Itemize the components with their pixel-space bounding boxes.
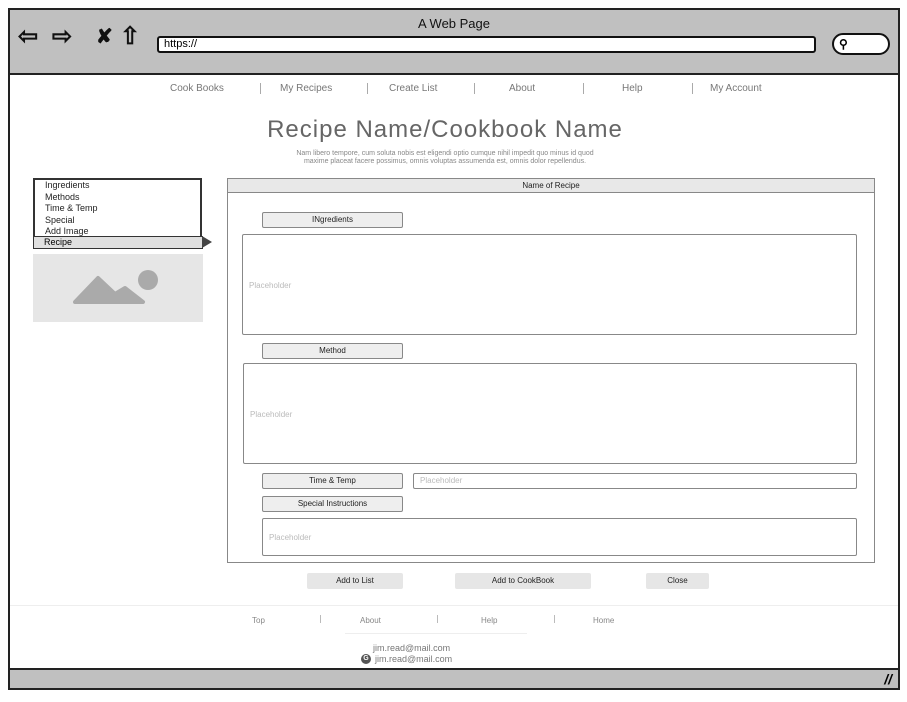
nav-create-list[interactable]: Create List <box>389 83 437 94</box>
footer-link-home[interactable]: Home <box>593 616 614 625</box>
footer-separator <box>437 615 438 623</box>
special-instructions-label-button[interactable]: Special Instructions <box>262 496 403 512</box>
close-button[interactable]: Close <box>646 573 709 589</box>
sidebar-item-recipe[interactable]: Recipe <box>33 236 203 249</box>
nav-separator <box>260 83 261 94</box>
nav-about[interactable]: About <box>509 83 535 94</box>
forward-arrow-icon[interactable]: ⇨ <box>52 25 72 49</box>
sidebar-item-ingredients[interactable]: Ingredients <box>35 180 200 192</box>
time-temp-label-button[interactable]: Time & Temp <box>262 473 403 489</box>
nav-separator <box>583 83 584 94</box>
time-temp-input[interactable]: Placeholder <box>413 473 857 489</box>
add-to-cookbook-button[interactable]: Add to CookBook <box>455 573 591 589</box>
page-title: Recipe Name/Cookbook Name <box>267 116 623 143</box>
window-title: A Web Page <box>417 16 491 31</box>
search-icon[interactable]: ⚲ <box>832 33 890 55</box>
footer-rule <box>345 633 527 634</box>
resize-grip-icon[interactable]: // <box>884 671 892 687</box>
selected-arrow-icon <box>202 236 212 248</box>
nav-my-account[interactable]: My Account <box>710 83 762 94</box>
back-arrow-icon[interactable]: ⇦ <box>18 25 38 49</box>
url-bar[interactable]: https:// <box>157 36 816 53</box>
nav-my-recipes[interactable]: My Recipes <box>280 83 332 94</box>
footer-link-about[interactable]: About <box>360 616 381 625</box>
google-icon: G <box>361 654 371 664</box>
nav-separator <box>692 83 693 94</box>
footer-email[interactable]: jim.read@mail.com <box>373 643 450 653</box>
nav-help[interactable]: Help <box>622 83 643 94</box>
special-instructions-textarea[interactable]: Placeholder <box>262 518 857 556</box>
sidebar-item-special[interactable]: Special <box>35 215 200 227</box>
footer-separator <box>554 615 555 623</box>
add-to-list-button[interactable]: Add to List <box>307 573 403 589</box>
footer-google-email[interactable]: jim.read@mail.com <box>375 654 452 664</box>
nav-separator <box>367 83 368 94</box>
home-icon[interactable]: ⇧ <box>120 25 140 49</box>
recipe-name-header: Name of Recipe <box>228 179 874 193</box>
image-placeholder <box>33 254 203 322</box>
footer-link-top[interactable]: Top <box>252 616 265 625</box>
image-icon <box>73 270 158 304</box>
method-label-button[interactable]: Method <box>262 343 403 359</box>
footer-divider <box>10 605 898 606</box>
ingredients-label-button[interactable]: INgredients <box>262 212 403 228</box>
subtitle-line: Nam libero tempore, cum soluta nobis est… <box>296 150 594 157</box>
subtitle-line: maxime placeat facere possimus, omnis vo… <box>303 158 587 165</box>
nav-cook-books[interactable]: Cook Books <box>170 83 224 94</box>
sidebar-item-time-temp[interactable]: Time & Temp <box>35 203 200 215</box>
footer-link-help[interactable]: Help <box>481 616 497 625</box>
sidebar-item-methods[interactable]: Methods <box>35 192 200 204</box>
ingredients-textarea[interactable]: Placeholder <box>242 234 857 335</box>
method-textarea[interactable]: Placeholder <box>243 363 857 464</box>
footer-separator <box>320 615 321 623</box>
status-bar: // <box>8 668 900 690</box>
page-subtitle: Nam libero tempore, cum soluta nobis est… <box>190 150 700 166</box>
close-x-icon[interactable]: ✘ <box>96 25 113 49</box>
nav-separator <box>474 83 475 94</box>
